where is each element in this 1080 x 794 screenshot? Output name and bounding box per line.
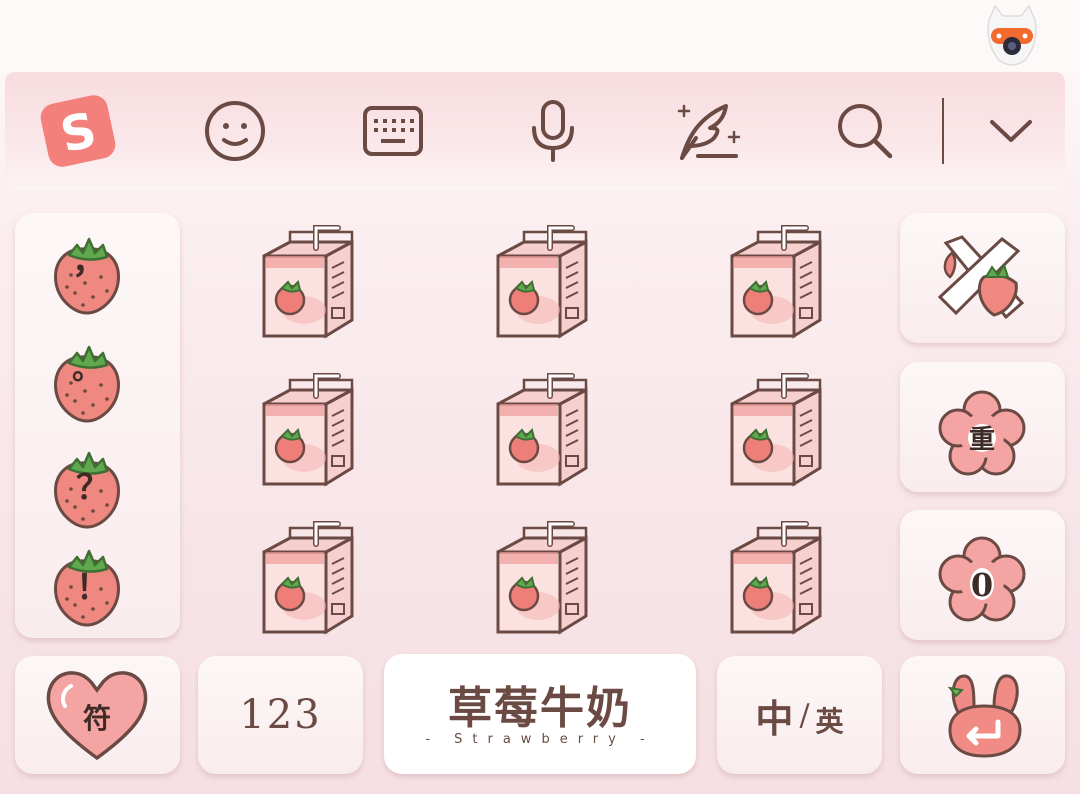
lang-en-label: 英 <box>815 705 844 738</box>
sogou-logo-icon[interactable]: S <box>33 72 123 190</box>
punct-comma-key[interactable]: ， <box>47 227 127 317</box>
strawberry-milk-box-sticker[interactable] <box>190 358 424 506</box>
punct-question-key[interactable]: ？ <box>47 441 127 531</box>
punct-exclamation-label: ！ <box>76 568 110 608</box>
emoji-icon[interactable] <box>195 72 275 190</box>
lang-slash: / <box>799 697 810 733</box>
milk-box-icon <box>252 372 362 492</box>
punct-exclamation-key[interactable]: ！ <box>47 539 127 629</box>
milk-box-icon <box>486 520 596 640</box>
number-key[interactable]: 123 <box>198 656 363 774</box>
zero-key[interactable]: 0 <box>900 510 1065 640</box>
strawberry-milk-box-sticker[interactable] <box>658 358 892 506</box>
chevron-down-icon[interactable] <box>971 72 1051 190</box>
toolbar-divider <box>942 98 944 164</box>
milk-box-icon <box>720 372 830 492</box>
punct-period-key[interactable]: 。 <box>47 335 127 425</box>
strawberry-milk-box-sticker[interactable] <box>658 210 892 358</box>
reenter-key[interactable]: 重 <box>900 362 1065 492</box>
bunny-enter-icon <box>947 674 1022 758</box>
milk-box-icon <box>720 520 830 640</box>
delete-key[interactable] <box>900 213 1065 343</box>
zero-label: 0 <box>971 566 993 604</box>
sticker-candidate-grid <box>190 210 890 640</box>
punct-period-label: 。 <box>72 352 102 387</box>
milk-box-icon <box>252 224 362 344</box>
space-title: 草莓牛奶 <box>448 683 632 734</box>
reenter-label: 重 <box>969 425 995 455</box>
number-label: 123 <box>239 692 322 738</box>
language-switch-label: 中 / 英 <box>717 656 882 774</box>
milk-box-icon <box>486 372 596 492</box>
punct-question-label: ？ <box>76 468 110 508</box>
flower-icon: 重 <box>938 390 1026 476</box>
assistant-mascot-icon[interactable] <box>983 4 1041 66</box>
milk-box-icon <box>720 224 830 344</box>
handwriting-quill-icon[interactable] <box>669 72 749 190</box>
search-icon[interactable] <box>825 72 905 190</box>
space-subtitle: - Strawberry - <box>425 732 655 747</box>
milk-box-icon <box>486 224 596 344</box>
strawberry-milk-box-sticker[interactable] <box>190 506 424 654</box>
punct-comma-label: ， <box>72 242 106 282</box>
milk-box-icon <box>252 520 362 640</box>
symbol-key[interactable]: 符 <box>15 656 180 774</box>
punctuation-panel: ， 。 ？ ！ <box>15 213 180 638</box>
language-switch-key[interactable]: 中 / 英 <box>717 656 882 774</box>
symbol-label: 符 <box>83 702 111 735</box>
keyboard-toolbar: S <box>5 72 1065 190</box>
strawberry-milk-box-sticker[interactable] <box>658 506 892 654</box>
strawberry-milk-box-sticker[interactable] <box>424 358 658 506</box>
strawberry-milk-box-sticker[interactable] <box>190 210 424 358</box>
candidate-strip <box>0 0 1080 72</box>
heart-icon: 符 <box>46 671 148 761</box>
strawberry-milk-box-sticker[interactable] <box>424 210 658 358</box>
space-key[interactable]: 草莓牛奶 - Strawberry - <box>384 654 696 774</box>
keyboard-icon[interactable] <box>353 72 433 190</box>
strawberry-milk-box-sticker[interactable] <box>424 506 658 654</box>
strawberry-x-delete-icon <box>937 235 1025 320</box>
enter-key[interactable] <box>900 656 1065 774</box>
microphone-icon[interactable] <box>513 72 593 190</box>
flower-icon: 0 <box>938 536 1026 622</box>
lang-zh-label: 中 <box>755 695 794 741</box>
